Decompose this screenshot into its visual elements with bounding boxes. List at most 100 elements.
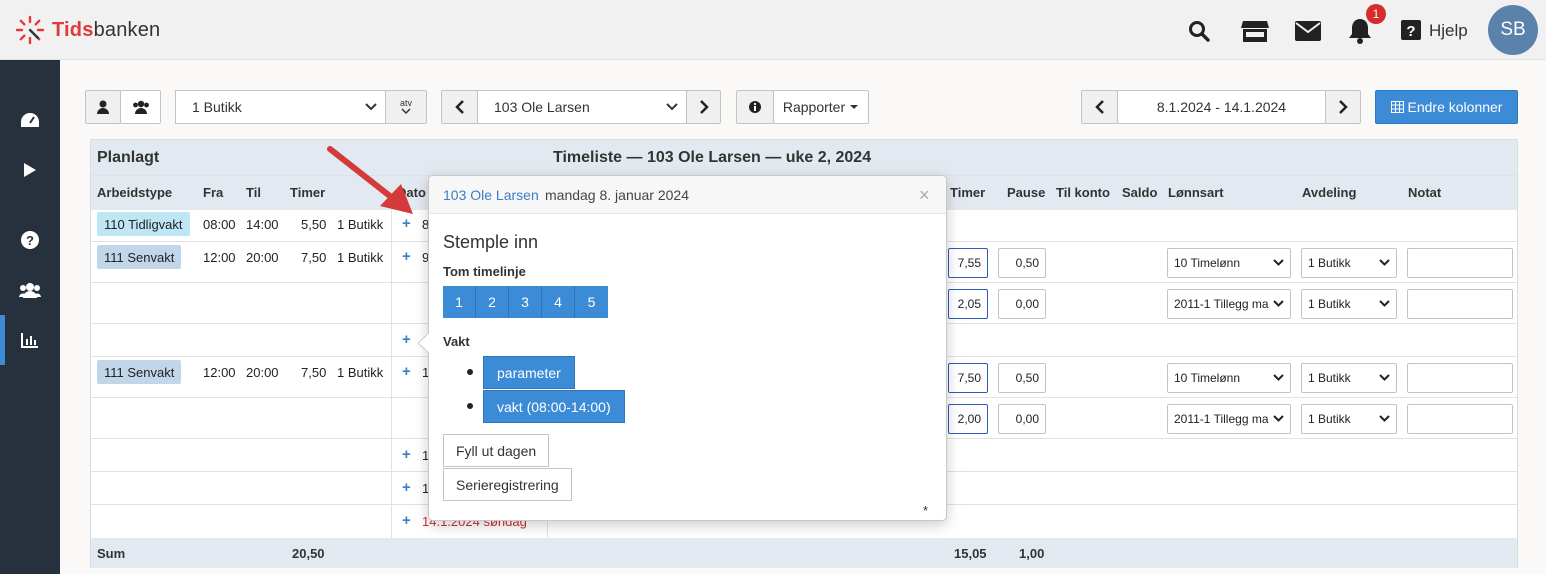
date-range-field[interactable]: 8.1.2024 - 14.1.2024 [1117, 90, 1326, 124]
worked-hours-input[interactable]: 7,50 [948, 363, 988, 393]
worktype-tag[interactable]: 111 Senvakt [97, 360, 182, 384]
chevron-down-icon [1379, 259, 1390, 266]
avatar[interactable]: SB [1488, 5, 1538, 55]
col-saldo[interactable]: Saldo [1122, 185, 1157, 200]
help-icon[interactable]: ? [1400, 17, 1422, 43]
prev-week-button[interactable] [1081, 90, 1118, 124]
shift-button[interactable]: vakt (08:00-14:00) [483, 390, 625, 423]
atv-button[interactable]: atv [385, 90, 427, 124]
col-til-konto[interactable]: Til konto [1056, 185, 1110, 200]
department-select[interactable]: 1 Butikk [1301, 248, 1397, 278]
timeline-label: Tom timelinje [443, 264, 526, 279]
to-time: 20:00 [246, 365, 279, 380]
employee-select-value: 103 Ole Larsen [494, 99, 590, 115]
col-til[interactable]: Til [246, 185, 261, 200]
pause-input[interactable]: 0,00 [998, 289, 1046, 319]
footnote-marker: * [923, 503, 929, 518]
sidebar: ? [0, 60, 60, 574]
popover-employee-link[interactable]: 103 Ole Larsen [443, 187, 539, 203]
pause-input[interactable]: 0,50 [998, 248, 1046, 278]
dashboard-icon[interactable] [0, 100, 60, 140]
chart-icon[interactable] [0, 320, 60, 360]
user-icon [97, 100, 109, 114]
table-icon [1390, 101, 1404, 113]
timeline-button-2[interactable]: 2 [476, 286, 509, 318]
sum-row: Sum 20,50 15,05 1,00 [91, 538, 1517, 568]
department-select[interactable]: 1 Butikk [1301, 404, 1397, 434]
timeline-button-5[interactable]: 5 [575, 286, 608, 318]
department-select[interactable]: 1 Butikk [1301, 363, 1397, 393]
to-time: 20:00 [246, 250, 279, 265]
reports-dropdown[interactable]: Rapporter [773, 90, 869, 124]
wage-type-select[interactable]: 10 Timelønn [1167, 248, 1291, 278]
col-timer[interactable]: Timer [290, 185, 325, 200]
play-icon[interactable] [0, 150, 60, 190]
next-week-button[interactable] [1325, 90, 1361, 124]
department-select[interactable]: 1 Butikk [1301, 289, 1397, 319]
worked-hours-input[interactable]: 2,05 [948, 289, 988, 319]
info-button[interactable] [736, 90, 774, 124]
fill-day-button[interactable]: Fyll ut dagen [443, 434, 550, 467]
department-value: 1 Butikk [1308, 371, 1351, 385]
store-select[interactable]: 1 Butikk [175, 90, 386, 124]
pause-input[interactable]: 0,00 [998, 404, 1046, 434]
add-icon[interactable]: + [402, 331, 411, 348]
add-icon[interactable]: + [402, 512, 411, 529]
from-time: 12:00 [203, 250, 236, 265]
svg-text:?: ? [26, 233, 34, 248]
chevron-left-icon [1094, 100, 1104, 114]
popover-date: mandag 8. januar 2024 [545, 187, 689, 203]
add-icon[interactable]: + [402, 363, 411, 380]
col-arbeidstype[interactable]: Arbeidstype [97, 185, 172, 200]
question-icon[interactable]: ? [0, 220, 60, 260]
col-avdeling[interactable]: Avdeling [1302, 185, 1356, 200]
chevron-down-icon [365, 103, 377, 111]
note-input[interactable] [1407, 248, 1513, 278]
help-link[interactable]: Hjelp [1429, 21, 1468, 41]
users-icon[interactable] [0, 270, 60, 310]
info-icon [749, 101, 761, 113]
wage-type-select[interactable]: 10 Timelønn [1167, 363, 1291, 393]
popover-heading: Stemple inn [443, 232, 539, 252]
chevron-down-icon [1379, 300, 1390, 307]
close-icon[interactable]: × [919, 185, 930, 206]
parameter-button[interactable]: parameter [483, 356, 575, 389]
add-icon[interactable]: + [402, 446, 411, 463]
department-value: 1 Butikk [1308, 256, 1351, 270]
logo[interactable]: Tidsbanken [14, 14, 160, 46]
worked-hours-input[interactable]: 2,00 [948, 404, 988, 434]
prev-employee-button[interactable] [441, 90, 478, 124]
group-button[interactable] [120, 90, 161, 124]
employee-select[interactable]: 103 Ole Larsen [477, 90, 687, 124]
pause-input[interactable]: 0,50 [998, 363, 1046, 393]
mail-icon[interactable] [1293, 16, 1323, 46]
col-lonnsart[interactable]: Lønnsart [1168, 185, 1224, 200]
col-pause[interactable]: Pause [1007, 185, 1045, 200]
chevron-down-icon [1273, 374, 1284, 381]
wage-type-select[interactable]: 2011-1 Tillegg ma [1167, 404, 1291, 434]
col-fra[interactable]: Fra [203, 185, 223, 200]
worked-hours-input[interactable]: 7,55 [948, 248, 988, 278]
col-timer-worked[interactable]: Timer [950, 185, 985, 200]
from-time: 08:00 [203, 217, 236, 232]
top-bar: Tidsbanken 1 ? Hjelp SB [0, 0, 1546, 60]
store-icon[interactable] [1240, 16, 1270, 46]
search-icon[interactable] [1184, 16, 1214, 46]
timeline-button-4[interactable]: 4 [542, 286, 575, 318]
col-notat[interactable]: Notat [1408, 185, 1441, 200]
note-input[interactable] [1407, 404, 1513, 434]
wage-type-select[interactable]: 2011-1 Tillegg ma [1167, 289, 1291, 319]
next-employee-button[interactable] [686, 90, 721, 124]
note-input[interactable] [1407, 289, 1513, 319]
note-input[interactable] [1407, 363, 1513, 393]
store-name: 1 Butikk [337, 217, 384, 232]
change-columns-button[interactable]: Endre kolonner [1375, 90, 1518, 124]
add-icon[interactable]: + [402, 479, 411, 496]
worktype-tag[interactable]: 111 Senvakt [97, 245, 182, 269]
timeline-button-3[interactable]: 3 [509, 286, 542, 318]
add-icon[interactable]: + [402, 248, 411, 265]
series-registration-button[interactable]: Serieregistrering [443, 468, 572, 501]
worktype-tag[interactable]: 110 Tidligvakt [97, 212, 190, 236]
timeline-button-1[interactable]: 1 [443, 286, 476, 318]
single-user-button[interactable] [85, 90, 121, 124]
